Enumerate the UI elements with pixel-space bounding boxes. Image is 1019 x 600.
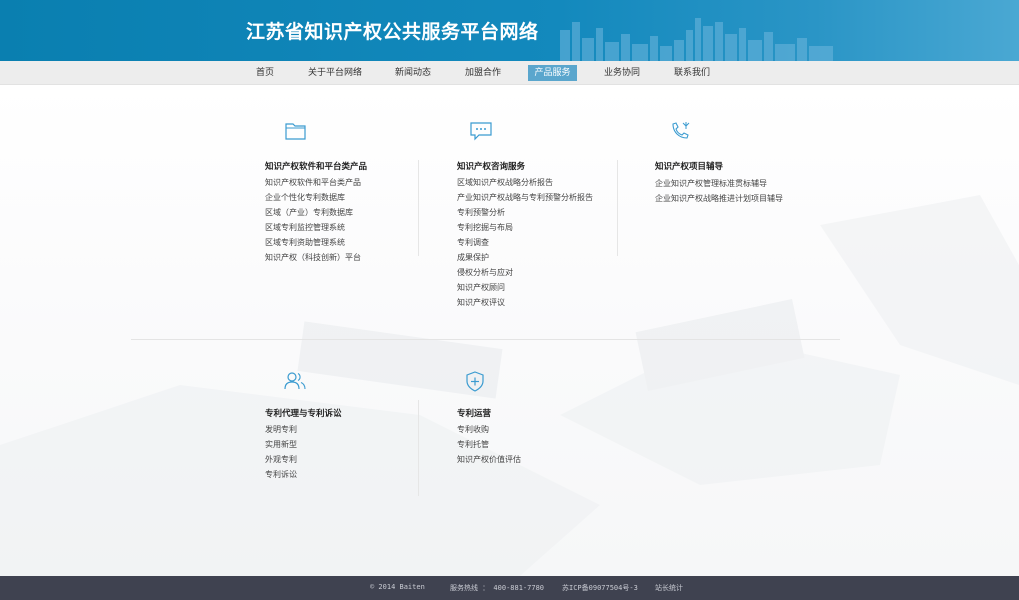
nav-home[interactable]: 首页 [250,65,280,81]
list-item[interactable]: 专利预警分析 [457,205,593,220]
nav-cooperation[interactable]: 业务协同 [598,65,646,81]
main-nav: 首页 关于平台网络 新闻动态 加盟合作 产品服务 业务协同 联系我们 [0,61,1019,85]
chat-icon [470,122,492,141]
nav-join[interactable]: 加盟合作 [459,65,507,81]
list-item[interactable]: 知识产权（科技创新）平台 [265,250,361,265]
background-decoration [0,195,1019,576]
users-icon [284,372,306,390]
footer-hotline: 服务热线 ： 400-881-7780 [450,584,545,592]
list-item[interactable]: 企业个性化专利数据库 [265,190,361,205]
site-title: 江苏省知识产权公共服务平台网络 [246,21,539,43]
list-item[interactable]: 专利挖掘与布局 [457,220,593,235]
list-item[interactable]: 侵权分析与应对 [457,265,593,280]
phone-icon [672,122,690,139]
section-list-project: 企业知识产权管理标准贯标辅导 企业知识产权战略推进计划项目辅导 [655,176,783,206]
section-title-software: 知识产权软件和平台类产品 [265,162,368,172]
column-divider [617,160,618,256]
list-item[interactable]: 知识产权软件和平台类产品 [265,175,361,190]
section-divider [131,339,840,340]
column-divider [418,400,419,496]
list-item[interactable]: 发明专利 [265,422,297,437]
section-title-project: 知识产权项目辅导 [655,162,724,172]
list-item[interactable]: 产业知识产权战略与专利预警分析报告 [457,190,593,205]
site-footer: © 2014 Baiten 服务热线 ： 400-881-7780 苏ICP备0… [0,576,1019,600]
footer-copyright: © 2014 Baiten [370,583,425,591]
nav-products[interactable]: 产品服务 [528,65,577,81]
section-list-software: 知识产权软件和平台类产品 企业个性化专利数据库 区域（产业）专利数据库 区域专利… [265,175,361,265]
section-list-agency: 发明专利 实用新型 外观专利 专利诉讼 [265,422,297,482]
footer-stats-link[interactable]: 站长统计 [655,583,683,593]
nav-news[interactable]: 新闻动态 [389,65,437,81]
list-item[interactable]: 区域（产业）专利数据库 [265,205,361,220]
list-item[interactable]: 区域知识产权战略分析报告 [457,175,593,190]
list-item[interactable]: 实用新型 [265,437,297,452]
list-item[interactable]: 专利托管 [457,437,521,452]
section-title-operation: 专利运营 [457,409,492,419]
list-item[interactable]: 企业知识产权战略推进计划项目辅导 [655,191,783,206]
skyline-decoration [560,18,833,61]
section-list-consulting: 区域知识产权战略分析报告 产业知识产权战略与专利预警分析报告 专利预警分析 专利… [457,175,593,310]
nav-about[interactable]: 关于平台网络 [302,65,368,81]
section-title-consulting: 知识产权咨询服务 [457,162,526,172]
list-item[interactable]: 企业知识产权管理标准贯标辅导 [655,176,783,191]
column-divider [418,160,419,256]
list-item[interactable]: 成果保护 [457,250,593,265]
nav-contact[interactable]: 联系我们 [668,65,716,81]
site-header: 江苏省知识产权公共服务平台网络 [0,0,1019,61]
folder-icon [285,123,306,140]
list-item[interactable]: 专利诉讼 [265,467,297,482]
footer-icp[interactable]: 苏ICP备09077504号-3 [562,583,638,593]
shield-plus-icon [466,371,484,392]
list-item[interactable]: 区域专利资助管理系统 [265,235,361,250]
list-item[interactable]: 区域专利监控管理系统 [265,220,361,235]
list-item[interactable]: 知识产权价值评估 [457,452,521,467]
list-item[interactable]: 外观专利 [265,452,297,467]
list-item[interactable]: 知识产权顾问 [457,280,593,295]
list-item[interactable]: 专利收购 [457,422,521,437]
list-item[interactable]: 知识产权评议 [457,295,593,310]
section-list-operation: 专利收购 专利托管 知识产权价值评估 [457,422,521,467]
section-title-agency: 专利代理与专利诉讼 [265,409,342,419]
list-item[interactable]: 专利调查 [457,235,593,250]
